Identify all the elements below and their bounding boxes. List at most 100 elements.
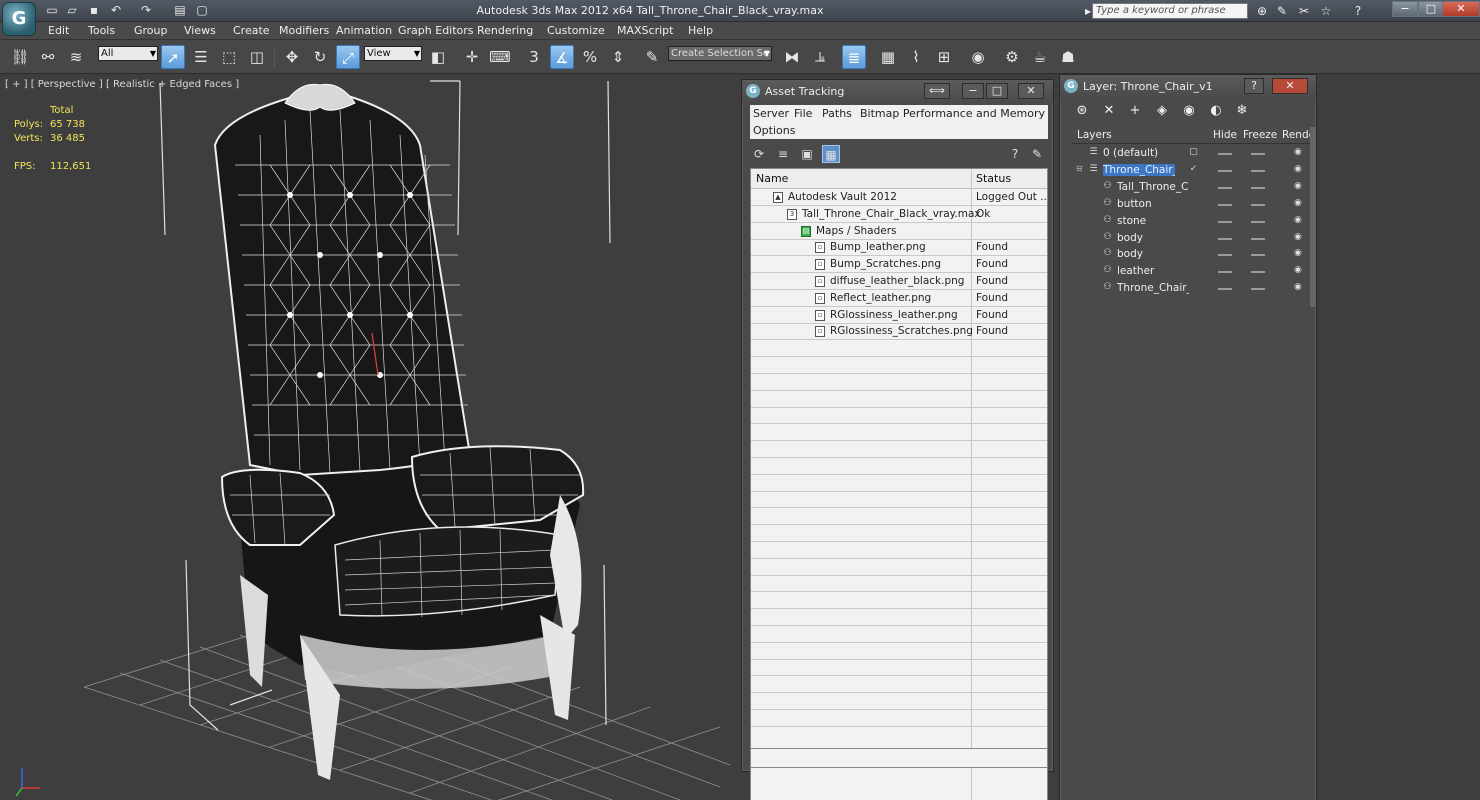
menu-views[interactable]: Views	[184, 24, 216, 37]
graphite-tools-icon[interactable]: ▦	[876, 45, 900, 69]
hide-toggle[interactable]	[1218, 186, 1232, 189]
asset-row[interactable]: ▫ Reflect_leather.png Found	[751, 290, 1047, 307]
column-layers[interactable]: Layers	[1077, 129, 1112, 141]
asset-row[interactable]: 3 Tall_Throne_Chair_Black_vray.max Ok	[751, 206, 1047, 223]
select-object-icon[interactable]: ➚	[161, 45, 185, 69]
render-toggle-icon[interactable]: ◉	[1294, 181, 1302, 191]
asset-menu-file[interactable]: File	[794, 107, 812, 120]
layer-scrollbar[interactable]	[1310, 127, 1316, 307]
scale-icon[interactable]: ⤢	[336, 45, 360, 69]
highlight-selected-icon[interactable]: ◉	[1179, 101, 1199, 121]
layer-manager-icon[interactable]: ≣	[842, 45, 866, 69]
minimize-button[interactable]: −	[1392, 1, 1418, 17]
selection-filter-dropdown[interactable]: All ▼	[98, 46, 158, 61]
rotate-icon[interactable]: ↻	[308, 45, 332, 69]
thumbnail-view-icon[interactable]: ▣	[798, 145, 816, 163]
render-setup-icon[interactable]: ⚙	[1000, 45, 1024, 69]
asset-menu-bitmap[interactable]: Bitmap Performance and Memory	[860, 107, 1045, 120]
render-toggle-icon[interactable]: ◉	[1294, 282, 1302, 292]
material-editor-icon[interactable]: ◉	[966, 45, 990, 69]
binoculars-icon[interactable]: ⊕	[1254, 3, 1270, 19]
render-production-icon[interactable]: ☗	[1056, 45, 1080, 69]
freeze-toggle[interactable]	[1251, 271, 1265, 274]
open-file-icon[interactable]: ▱	[64, 3, 80, 18]
pivot-center-icon[interactable]: ◧	[426, 45, 450, 69]
render-toggle-icon[interactable]: ◉	[1294, 232, 1302, 242]
highlight-editable-icon[interactable]: ✎	[1028, 145, 1046, 163]
render-toggle-icon[interactable]: ◉	[1294, 164, 1302, 174]
curve-editor-icon[interactable]: ⌇	[904, 45, 928, 69]
layer-row[interactable]: ☰ 0 (default) ▢ ◉	[1072, 145, 1310, 162]
dock-toggle-button[interactable]: ⟺	[924, 83, 950, 99]
asset-tracking-titlebar[interactable]: G Asset Tracking ⟺ − □ ✕	[742, 80, 1053, 102]
hide-toggle[interactable]	[1218, 237, 1232, 240]
layer-help-button[interactable]: ?	[1244, 78, 1264, 94]
column-freeze[interactable]: Freeze	[1243, 129, 1277, 141]
hide-toggle[interactable]	[1218, 169, 1232, 172]
current-layer-checkbox[interactable]: ▢	[1188, 147, 1199, 158]
panel-minimize-button[interactable]: −	[962, 83, 984, 99]
layer-row[interactable]: ⚇ body ◉	[1072, 230, 1310, 247]
select-manipulate-icon[interactable]: ✛	[460, 45, 484, 69]
hide-all-layers-icon[interactable]: ◐	[1206, 101, 1226, 121]
asset-row[interactable]: ▫ RGlossiness_leather.png Found	[751, 307, 1047, 324]
hide-toggle[interactable]	[1218, 220, 1232, 223]
freeze-toggle[interactable]	[1251, 186, 1265, 189]
freeze-toggle[interactable]	[1251, 237, 1265, 240]
freeze-toggle[interactable]	[1251, 220, 1265, 223]
project-folder-icon[interactable]: ▤	[172, 3, 188, 18]
mirror-icon[interactable]: ⧓	[780, 45, 804, 69]
add-to-layer-icon[interactable]: +	[1125, 101, 1145, 121]
asset-row[interactable]: ▫ Bump_Scratches.png Found	[751, 256, 1047, 274]
refresh-icon[interactable]: ⟳	[750, 145, 768, 163]
column-status[interactable]: Status	[976, 172, 1011, 185]
snap-toggle-icon[interactable]: 3	[522, 45, 546, 69]
collapse-icon[interactable]: ⊟	[1076, 164, 1085, 173]
schematic-view-icon[interactable]: ⊞	[932, 45, 956, 69]
hide-toggle[interactable]	[1218, 271, 1232, 274]
move-icon[interactable]: ✥	[280, 45, 304, 69]
menu-tools[interactable]: Tools	[88, 24, 115, 37]
keyboard-shortcut-override-icon[interactable]: ⌨	[488, 45, 512, 69]
rectangular-selection-icon[interactable]: ⬚	[217, 45, 241, 69]
percent-snap-icon[interactable]: %	[578, 45, 602, 69]
spinner-snap-icon[interactable]: ⇕	[606, 45, 630, 69]
freeze-toggle[interactable]	[1251, 153, 1265, 155]
menu-graph-editors[interactable]: Graph Editors	[398, 24, 474, 37]
close-button[interactable]: ✕	[1442, 1, 1480, 17]
hide-toggle[interactable]	[1218, 288, 1232, 291]
layer-row[interactable]: ⚇ Throne_Chair_v ◉	[1072, 280, 1310, 297]
create-layer-icon[interactable]: ⊛	[1072, 101, 1092, 121]
window-crossing-icon[interactable]: ◫	[245, 45, 269, 69]
delete-layer-icon[interactable]: ✕	[1099, 101, 1119, 121]
freeze-toggle[interactable]	[1251, 288, 1265, 291]
asset-row[interactable]: ▫ RGlossiness_Scratches.png Found	[751, 323, 1047, 341]
asset-row[interactable]: ▲ Autodesk Vault 2012 Logged Out ...	[751, 189, 1047, 206]
menu-modifiers[interactable]: Modifiers	[279, 24, 329, 37]
app-menu-button[interactable]: G	[2, 2, 36, 36]
layer-close-button[interactable]: ✕	[1272, 78, 1308, 94]
asset-row[interactable]: ▫ Bump_leather.png Found	[751, 239, 1047, 257]
menu-create[interactable]: Create	[233, 24, 270, 37]
hide-toggle[interactable]	[1218, 153, 1232, 155]
viewport-label[interactable]: [ + ] [ Perspective ] [ Realistic + Edge…	[5, 79, 239, 90]
freeze-toggle[interactable]	[1251, 169, 1265, 172]
render-toggle-icon[interactable]: ◉	[1294, 215, 1302, 225]
save-icon[interactable]: ▪	[86, 3, 102, 18]
menu-edit[interactable]: Edit	[48, 24, 69, 37]
layer-row[interactable]: ⚇ leather ◉	[1072, 263, 1310, 280]
panel-close-button[interactable]: ✕	[1018, 83, 1044, 99]
menu-help[interactable]: Help	[688, 24, 713, 37]
edit-named-selection-icon[interactable]: ✎	[640, 45, 664, 69]
layer-manager-titlebar[interactable]: G Layer: Throne_Chair_v1 ? ✕	[1060, 75, 1316, 97]
select-objects-icon[interactable]: ◈	[1152, 101, 1172, 121]
render-toggle-icon[interactable]: ◉	[1294, 147, 1302, 157]
table-view-icon[interactable]: ▦	[822, 145, 840, 163]
menu-rendering[interactable]: Rendering	[477, 24, 533, 37]
render-toggle-icon[interactable]: ◉	[1294, 265, 1302, 275]
new-file-icon[interactable]: ▭	[44, 3, 60, 18]
named-selection-dropdown[interactable]: Create Selection Se ▼	[668, 46, 772, 61]
layer-row[interactable]: ⚇ body ◉	[1072, 246, 1310, 263]
help-icon[interactable]: ?	[1350, 3, 1366, 19]
communication-icon[interactable]: ✂	[1296, 3, 1312, 19]
